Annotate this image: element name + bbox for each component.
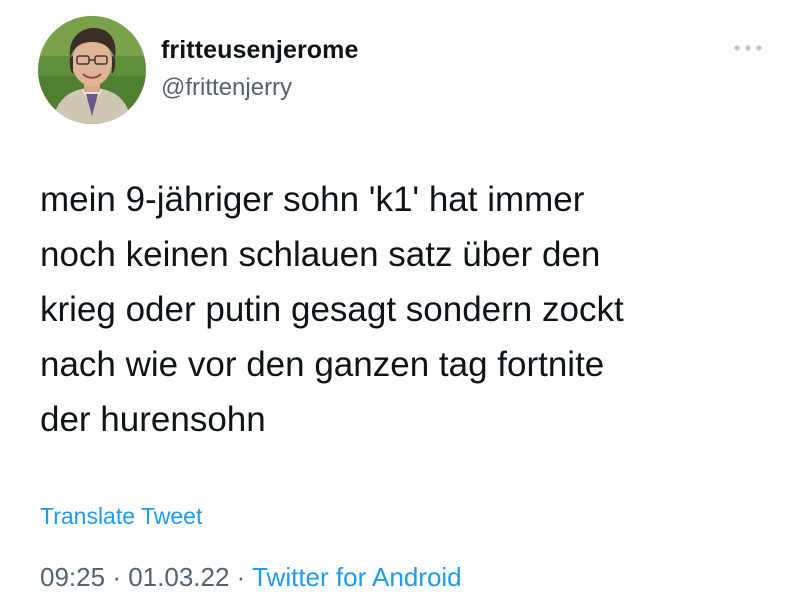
tweet-date[interactable]: 01.03.22	[128, 562, 229, 592]
meta-separator: ·	[236, 562, 246, 592]
tweet-text-line: der hurensohn	[40, 400, 266, 439]
tweet-time[interactable]: 09:25	[40, 562, 105, 592]
more-options-icon	[734, 45, 762, 51]
more-options-button[interactable]	[730, 36, 766, 60]
avatar[interactable]	[38, 16, 146, 124]
author-display-name[interactable]: fritteusenjerome	[161, 36, 359, 65]
tweet-text-line: nach wie vor den ganzen tag fortnite	[40, 345, 605, 384]
tweet-text: mein 9-jähriger sohn 'k1' hat immer noch…	[40, 172, 780, 447]
author-handle[interactable]: @frittenjerry	[161, 74, 292, 102]
profile-photo-icon	[38, 16, 146, 124]
translate-tweet-link[interactable]: Translate Tweet	[40, 503, 202, 530]
tweet-text-line: mein 9-jähriger sohn 'k1' hat immer	[40, 180, 585, 219]
tweet-text-line: noch keinen schlauen satz über den	[40, 235, 601, 274]
tweet-source-link[interactable]: Twitter for Android	[252, 562, 462, 592]
tweet-card: fritteusenjerome @frittenjerry mein 9-jä…	[0, 0, 800, 608]
meta-separator: ·	[112, 562, 121, 592]
tweet-metadata: 09:25 · 01.03.22 · Twitter for Android	[40, 562, 462, 593]
tweet-text-line: krieg oder putin gesagt sondern zockt	[40, 290, 624, 329]
